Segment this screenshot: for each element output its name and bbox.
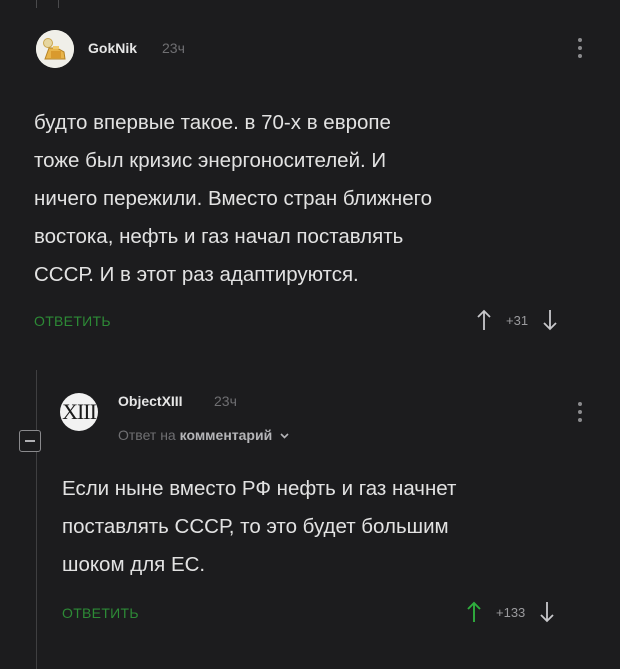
reply-to-link[interactable]: Ответ на комментарий	[118, 426, 289, 443]
avatar-image	[36, 30, 74, 68]
reply-to-target[interactable]: комментарий	[180, 427, 273, 443]
chevron-down-icon[interactable]	[280, 426, 289, 442]
more-icon[interactable]	[578, 402, 582, 422]
comment-text: будто впервые такое. в 70-х в европе тож…	[34, 111, 433, 286]
comment-author[interactable]: ObjectXIII	[118, 393, 183, 409]
comment-author[interactable]: GokNik	[88, 40, 137, 56]
downvote-arrow-icon[interactable]	[539, 601, 555, 623]
more-icon[interactable]	[578, 38, 582, 58]
rating-score: +133	[496, 604, 526, 620]
rating-score: +31	[506, 312, 529, 328]
upvote-arrow-icon[interactable]	[476, 309, 492, 331]
reply-button[interactable]: ОТВЕТИТЬ	[62, 605, 139, 621]
rating-controls: +133	[466, 601, 555, 623]
comment-timestamp: 23ч	[214, 393, 237, 409]
comments-page: GokNik 23ч будто впервые такое. в 70-х в…	[0, 0, 620, 669]
downvote-arrow-icon[interactable]	[542, 309, 558, 331]
comment-timestamp: 23ч	[162, 40, 185, 56]
avatar[interactable]: XIII	[60, 393, 98, 431]
thread-line-stub	[58, 0, 59, 8]
thread-line-stub	[36, 0, 37, 8]
collapse-icon[interactable]	[19, 430, 41, 452]
avatar[interactable]	[36, 30, 74, 68]
reply-to-prefix: Ответ на	[118, 427, 176, 443]
comment-text: Если ныне вместо РФ нефть и газ начнет п…	[62, 477, 457, 576]
thread-line[interactable]	[36, 370, 37, 669]
reply-button[interactable]: ОТВЕТИТЬ	[34, 313, 111, 329]
upvote-arrow-icon[interactable]	[466, 601, 482, 623]
rating-controls: +31	[476, 309, 558, 331]
